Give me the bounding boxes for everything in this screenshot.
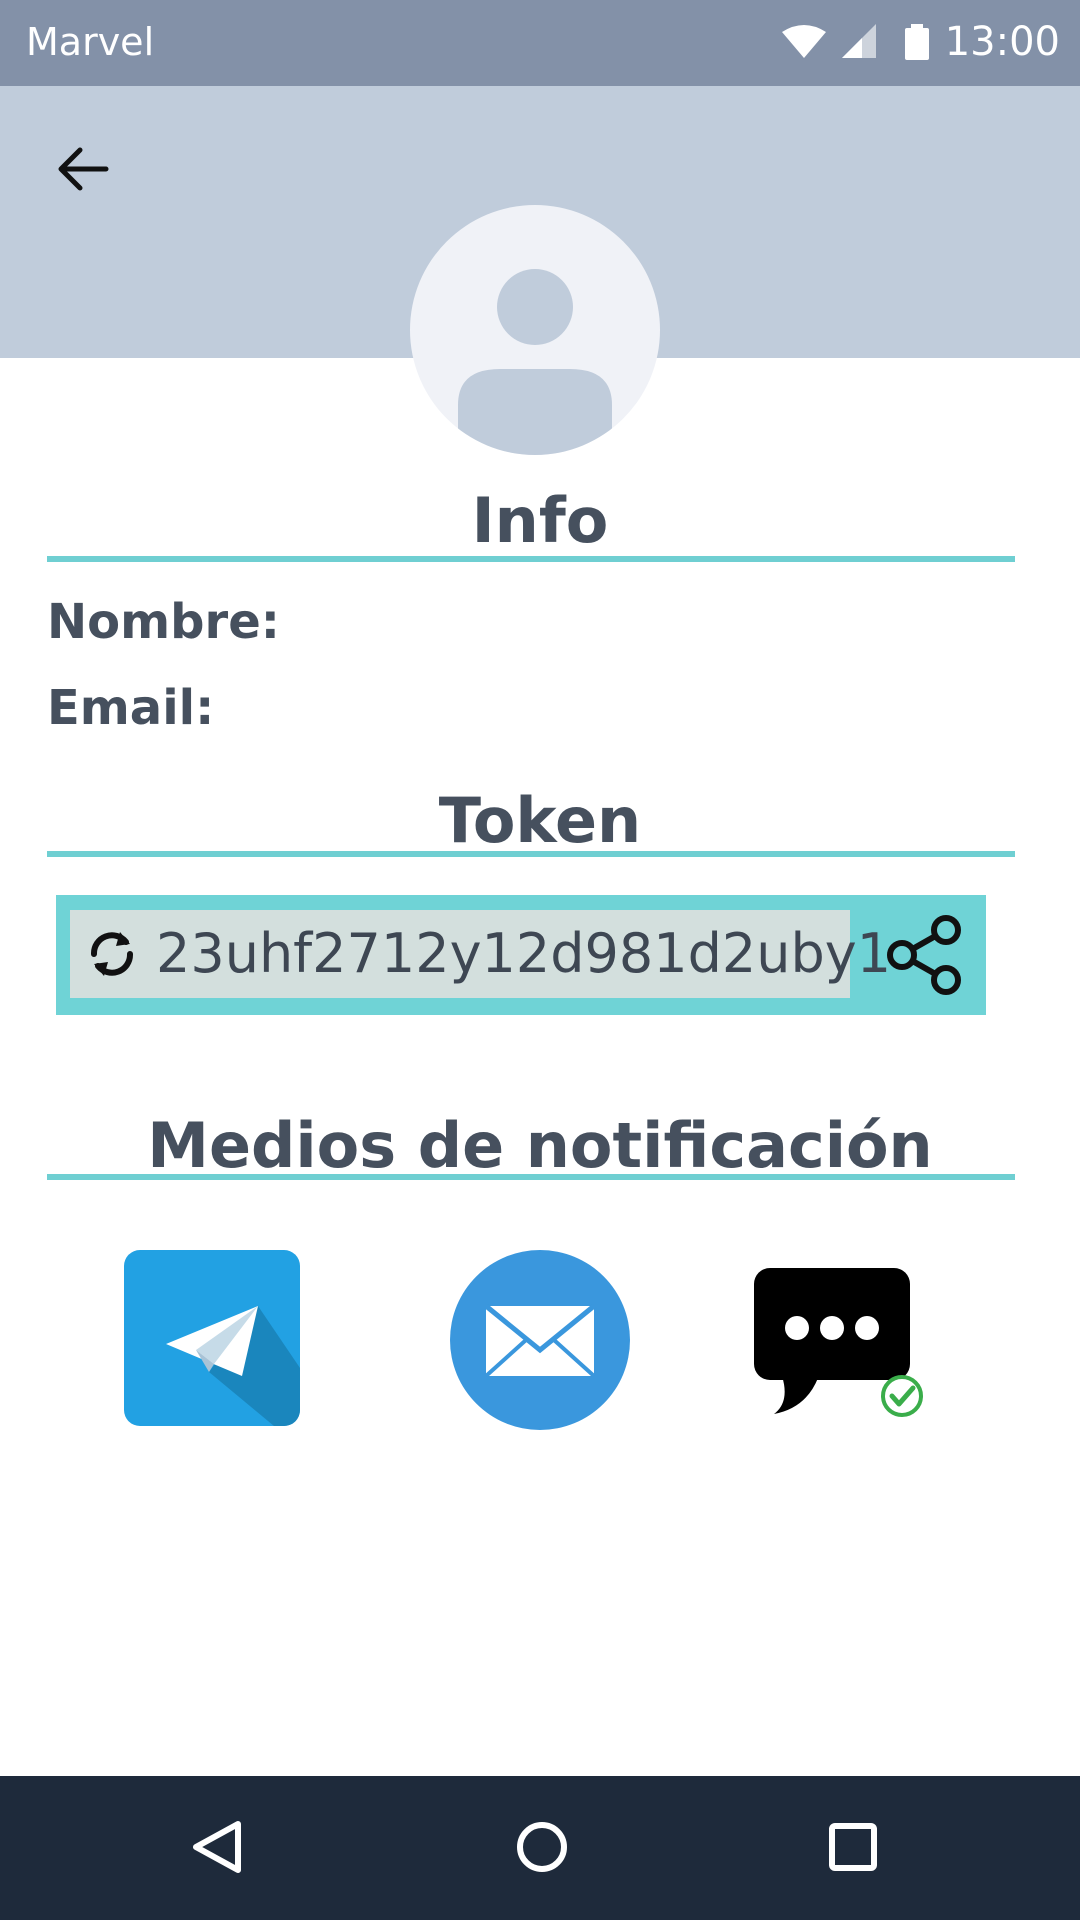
token-title: Token [438,784,642,857]
token-box: 23uhf2712y12d981d2uby1 [56,895,986,1015]
recents-square-icon[interactable] [818,1812,888,1882]
home-circle-icon[interactable] [507,1812,577,1882]
mail-icon[interactable] [450,1250,630,1430]
status-bar: Marvel 13:00 [0,0,1080,86]
wifi-icon [782,25,826,58]
status-app-name: Marvel [26,20,155,64]
email-label: Email: [47,680,215,736]
name-label: Nombre: [47,594,280,650]
token-field: 23uhf2712y12d981d2uby1 [70,910,891,998]
back-arrow-icon[interactable] [50,136,116,202]
battery-icon [905,24,929,60]
token-divider [47,851,1015,857]
navigation-bar [0,1776,1080,1920]
status-time: 13:00 [944,19,1060,65]
info-title: Info [471,484,609,557]
avatar-icon [410,205,660,455]
back-triangle-icon[interactable] [182,1812,252,1882]
token-value: 23uhf2712y12d981d2uby1 [156,922,892,985]
signal-icon [842,24,876,58]
refresh-icon[interactable] [80,922,144,986]
info-divider [47,556,1015,562]
check-icon [881,1375,923,1417]
chat-bubble-icon[interactable] [754,1268,930,1420]
telegram-icon[interactable] [124,1250,300,1426]
notifications-divider [47,1174,1015,1180]
share-icon[interactable] [878,910,968,1000]
